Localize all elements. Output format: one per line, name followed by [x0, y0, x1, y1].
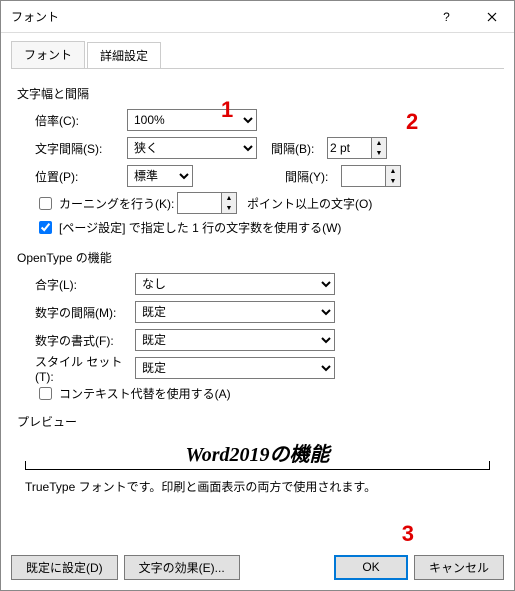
kerning-label: カーニングを行う(K): — [59, 195, 177, 212]
set-default-button[interactable]: 既定に設定(D) — [11, 555, 118, 580]
context-checkbox[interactable] — [39, 387, 52, 400]
section-opentype-title: OpenType の機能 — [17, 249, 498, 266]
dialog-footer: 既定に設定(D) 文字の効果(E)... 3 OK キャンセル — [1, 545, 514, 590]
spin-up-icon[interactable]: ▲ — [372, 138, 386, 148]
annotation-2: 2 — [406, 109, 418, 135]
kerning-checkbox[interactable] — [39, 197, 52, 210]
spin-down-icon[interactable]: ▼ — [386, 176, 400, 186]
numform-select[interactable]: 既定 — [135, 329, 335, 351]
tab-panel-advanced: 文字幅と間隔 倍率(C): 100% 1 文字間隔(S): 狭く 間隔(B): … — [11, 68, 504, 545]
kerning-input[interactable] — [177, 192, 221, 214]
numform-label: 数字の書式(F): — [35, 332, 135, 349]
page-setup-label: [ページ設定] で指定した 1 行の文字数を使用する(W) — [59, 219, 341, 236]
kerning-spinner[interactable]: ▲▼ — [177, 192, 237, 214]
ok-button[interactable]: OK — [334, 555, 408, 580]
spin-up-icon[interactable]: ▲ — [222, 193, 236, 203]
tab-advanced[interactable]: 詳細設定 — [87, 42, 161, 69]
position-by-spinner[interactable]: ▲▼ — [341, 165, 401, 187]
scale-label: 倍率(C): — [35, 112, 127, 129]
char-spacing-by-input[interactable] — [327, 137, 371, 159]
tab-font[interactable]: フォント — [11, 41, 85, 68]
scale-select[interactable]: 100% — [127, 109, 257, 131]
close-icon — [487, 12, 497, 22]
position-select[interactable]: 標準 — [127, 165, 193, 187]
position-label: 位置(P): — [35, 168, 127, 185]
annotation-3: 3 — [402, 521, 414, 547]
spin-down-icon[interactable]: ▼ — [222, 203, 236, 213]
styleset-label: スタイル セット(T): — [35, 353, 135, 384]
section-preview-title: プレビュー — [17, 413, 498, 430]
kerning-unit-label: ポイント以上の文字(O) — [247, 195, 372, 212]
section-spacing-title: 文字幅と間隔 — [17, 85, 498, 102]
page-setup-checkbox[interactable] — [39, 221, 52, 234]
close-button[interactable] — [469, 2, 514, 32]
preview-text: Word2019の機能 — [185, 438, 329, 467]
char-spacing-by-spinner[interactable]: ▲▼ — [327, 137, 387, 159]
preview-box: Word2019の機能 — [25, 436, 490, 470]
position-by-label: 間隔(Y): — [285, 168, 341, 185]
char-spacing-label: 文字間隔(S): — [35, 140, 127, 157]
char-spacing-by-label: 間隔(B): — [271, 140, 327, 157]
text-effects-button[interactable]: 文字の効果(E)... — [124, 555, 240, 580]
styleset-select[interactable]: 既定 — [135, 357, 335, 379]
dialog-title: フォント — [1, 8, 424, 25]
titlebar: フォント ? — [1, 1, 514, 33]
font-dialog: フォント ? フォント 詳細設定 文字幅と間隔 倍率(C): 100% 1 文字… — [0, 0, 515, 591]
spin-up-icon[interactable]: ▲ — [386, 166, 400, 176]
ligature-select[interactable]: なし — [135, 273, 335, 295]
char-spacing-select[interactable]: 狭く — [127, 137, 257, 159]
tab-strip: フォント 詳細設定 — [11, 41, 504, 68]
font-note: TrueType フォントです。印刷と画面表示の両方で使用されます。 — [25, 478, 492, 495]
numspacing-label: 数字の間隔(M): — [35, 304, 135, 321]
spin-down-icon[interactable]: ▼ — [372, 148, 386, 158]
ligature-label: 合字(L): — [35, 276, 135, 293]
numspacing-select[interactable]: 既定 — [135, 301, 335, 323]
help-button[interactable]: ? — [424, 2, 469, 32]
context-label: コンテキスト代替を使用する(A) — [59, 385, 231, 402]
position-by-input[interactable] — [341, 165, 385, 187]
cancel-button[interactable]: キャンセル — [414, 555, 504, 580]
annotation-1: 1 — [221, 97, 233, 123]
